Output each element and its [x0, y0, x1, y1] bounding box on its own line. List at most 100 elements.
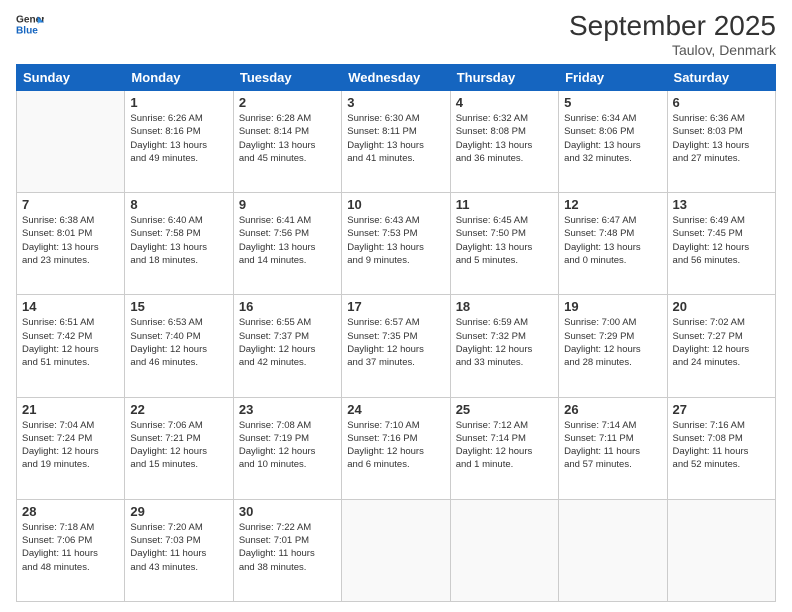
calendar-cell	[342, 499, 450, 601]
day-info: Sunrise: 7:14 AMSunset: 7:11 PMDaylight:…	[564, 419, 661, 472]
day-info: Sunrise: 6:30 AMSunset: 8:11 PMDaylight:…	[347, 112, 444, 165]
calendar-cell: 11 Sunrise: 6:45 AMSunset: 7:50 PMDayligh…	[450, 193, 558, 295]
calendar-cell: 30Sunrise: 7:22 AMSunset: 7:01 PMDayligh…	[233, 499, 341, 601]
calendar-cell: 29Sunrise: 7:20 AMSunset: 7:03 PMDayligh…	[125, 499, 233, 601]
day-number: 3	[347, 95, 444, 110]
calendar-week-4: 21 Sunrise: 7:04 AMSunset: 7:24 PMDayligh…	[17, 397, 776, 499]
day-number: 25	[456, 402, 553, 417]
day-info: Sunrise: 7:06 AMSunset: 7:21 PMDaylight:…	[130, 419, 227, 472]
logo-icon: General Blue	[16, 10, 44, 38]
day-number: 2	[239, 95, 336, 110]
day-info: Sunrise: 6:57 AMSunset: 7:35 PMDaylight:…	[347, 316, 444, 369]
day-number: 8	[130, 197, 227, 212]
calendar-cell: 26 Sunrise: 7:14 AMSunset: 7:11 PMDayligh…	[559, 397, 667, 499]
day-info: Sunrise: 7:12 AMSunset: 7:14 PMDaylight:…	[456, 419, 553, 472]
calendar-cell	[667, 499, 775, 601]
calendar-cell: 1 Sunrise: 6:26 AMSunset: 8:16 PMDaylight…	[125, 91, 233, 193]
calendar-cell: 24 Sunrise: 7:10 AMSunset: 7:16 PMDayligh…	[342, 397, 450, 499]
calendar-cell: 18 Sunrise: 6:59 AMSunset: 7:32 PMDayligh…	[450, 295, 558, 397]
title-block: September 2025 Taulov, Denmark	[569, 10, 776, 58]
calendar-cell: 22 Sunrise: 7:06 AMSunset: 7:21 PMDayligh…	[125, 397, 233, 499]
day-number: 12	[564, 197, 661, 212]
calendar-cell: 28Sunrise: 7:18 AMSunset: 7:06 PMDayligh…	[17, 499, 125, 601]
day-info: Sunrise: 7:02 AMSunset: 7:27 PMDaylight:…	[673, 316, 770, 369]
calendar-cell: 6 Sunrise: 6:36 AMSunset: 8:03 PMDaylight…	[667, 91, 775, 193]
day-info: Sunrise: 6:43 AMSunset: 7:53 PMDaylight:…	[347, 214, 444, 267]
day-number: 26	[564, 402, 661, 417]
day-info: Sunrise: 6:55 AMSunset: 7:37 PMDaylight:…	[239, 316, 336, 369]
day-number: 29	[130, 504, 227, 519]
calendar-cell: 20Sunrise: 7:02 AMSunset: 7:27 PMDayligh…	[667, 295, 775, 397]
calendar-cell: 7Sunrise: 6:38 AMSunset: 8:01 PMDaylight…	[17, 193, 125, 295]
calendar-cell: 21 Sunrise: 7:04 AMSunset: 7:24 PMDayligh…	[17, 397, 125, 499]
day-info: Sunrise: 6:47 AMSunset: 7:48 PMDaylight:…	[564, 214, 661, 267]
day-number: 9	[239, 197, 336, 212]
calendar-week-1: 1 Sunrise: 6:26 AMSunset: 8:16 PMDaylight…	[17, 91, 776, 193]
day-info: Sunrise: 6:59 AMSunset: 7:32 PMDaylight:…	[456, 316, 553, 369]
calendar-cell: 15Sunrise: 6:53 AMSunset: 7:40 PMDayligh…	[125, 295, 233, 397]
calendar-cell	[450, 499, 558, 601]
day-number: 21	[22, 402, 119, 417]
calendar-cell: 19 Sunrise: 7:00 AMSunset: 7:29 PMDayligh…	[559, 295, 667, 397]
day-info: Sunrise: 6:28 AMSunset: 8:14 PMDaylight:…	[239, 112, 336, 165]
day-info: Sunrise: 7:16 AMSunset: 7:08 PMDaylight:…	[673, 419, 770, 472]
day-info: Sunrise: 6:26 AMSunset: 8:16 PMDaylight:…	[130, 112, 227, 165]
day-number: 18	[456, 299, 553, 314]
day-info: Sunrise: 6:51 AMSunset: 7:42 PMDaylight:…	[22, 316, 119, 369]
col-thursday: Thursday	[450, 65, 558, 91]
day-number: 11	[456, 197, 553, 212]
day-info: Sunrise: 6:49 AMSunset: 7:45 PMDaylight:…	[673, 214, 770, 267]
day-number: 10	[347, 197, 444, 212]
calendar-cell: 8Sunrise: 6:40 AMSunset: 7:58 PMDaylight…	[125, 193, 233, 295]
day-number: 22	[130, 402, 227, 417]
day-number: 17	[347, 299, 444, 314]
day-info: Sunrise: 7:08 AMSunset: 7:19 PMDaylight:…	[239, 419, 336, 472]
col-saturday: Saturday	[667, 65, 775, 91]
day-number: 24	[347, 402, 444, 417]
day-info: Sunrise: 7:10 AMSunset: 7:16 PMDaylight:…	[347, 419, 444, 472]
col-friday: Friday	[559, 65, 667, 91]
svg-text:Blue: Blue	[16, 25, 38, 36]
calendar-cell: 27 Sunrise: 7:16 AMSunset: 7:08 PMDayligh…	[667, 397, 775, 499]
main-title: September 2025	[569, 10, 776, 42]
day-number: 27	[673, 402, 770, 417]
col-tuesday: Tuesday	[233, 65, 341, 91]
page: General Blue September 2025 Taulov, Denm…	[0, 0, 792, 612]
day-number: 1	[130, 95, 227, 110]
day-number: 30	[239, 504, 336, 519]
col-wednesday: Wednesday	[342, 65, 450, 91]
calendar-week-5: 28Sunrise: 7:18 AMSunset: 7:06 PMDayligh…	[17, 499, 776, 601]
day-info: Sunrise: 6:41 AMSunset: 7:56 PMDaylight:…	[239, 214, 336, 267]
calendar-week-3: 14 Sunrise: 6:51 AMSunset: 7:42 PMDayligh…	[17, 295, 776, 397]
calendar-cell: 9 Sunrise: 6:41 AMSunset: 7:56 PMDaylight…	[233, 193, 341, 295]
calendar-cell: 12 Sunrise: 6:47 AMSunset: 7:48 PMDayligh…	[559, 193, 667, 295]
day-info: Sunrise: 6:32 AMSunset: 8:08 PMDaylight:…	[456, 112, 553, 165]
day-number: 7	[22, 197, 119, 212]
calendar-week-2: 7Sunrise: 6:38 AMSunset: 8:01 PMDaylight…	[17, 193, 776, 295]
calendar-cell: 17 Sunrise: 6:57 AMSunset: 7:35 PMDayligh…	[342, 295, 450, 397]
day-number: 5	[564, 95, 661, 110]
day-info: Sunrise: 6:36 AMSunset: 8:03 PMDaylight:…	[673, 112, 770, 165]
day-number: 16	[239, 299, 336, 314]
day-info: Sunrise: 7:04 AMSunset: 7:24 PMDaylight:…	[22, 419, 119, 472]
day-number: 19	[564, 299, 661, 314]
subtitle: Taulov, Denmark	[569, 42, 776, 58]
day-info: Sunrise: 6:45 AMSunset: 7:50 PMDaylight:…	[456, 214, 553, 267]
day-number: 14	[22, 299, 119, 314]
calendar-table: Sunday Monday Tuesday Wednesday Thursday…	[16, 64, 776, 602]
day-info: Sunrise: 7:18 AMSunset: 7:06 PMDaylight:…	[22, 521, 119, 574]
calendar-cell	[559, 499, 667, 601]
day-number: 4	[456, 95, 553, 110]
day-info: Sunrise: 7:00 AMSunset: 7:29 PMDaylight:…	[564, 316, 661, 369]
day-number: 23	[239, 402, 336, 417]
calendar-cell: 14 Sunrise: 6:51 AMSunset: 7:42 PMDayligh…	[17, 295, 125, 397]
calendar-cell: 25 Sunrise: 7:12 AMSunset: 7:14 PMDayligh…	[450, 397, 558, 499]
calendar-cell	[17, 91, 125, 193]
day-number: 13	[673, 197, 770, 212]
calendar-cell: 2 Sunrise: 6:28 AMSunset: 8:14 PMDaylight…	[233, 91, 341, 193]
calendar-cell: 10 Sunrise: 6:43 AMSunset: 7:53 PMDayligh…	[342, 193, 450, 295]
day-number: 6	[673, 95, 770, 110]
calendar-cell: 23 Sunrise: 7:08 AMSunset: 7:19 PMDayligh…	[233, 397, 341, 499]
calendar-cell: 13 Sunrise: 6:49 AMSunset: 7:45 PMDayligh…	[667, 193, 775, 295]
logo: General Blue	[16, 10, 44, 38]
